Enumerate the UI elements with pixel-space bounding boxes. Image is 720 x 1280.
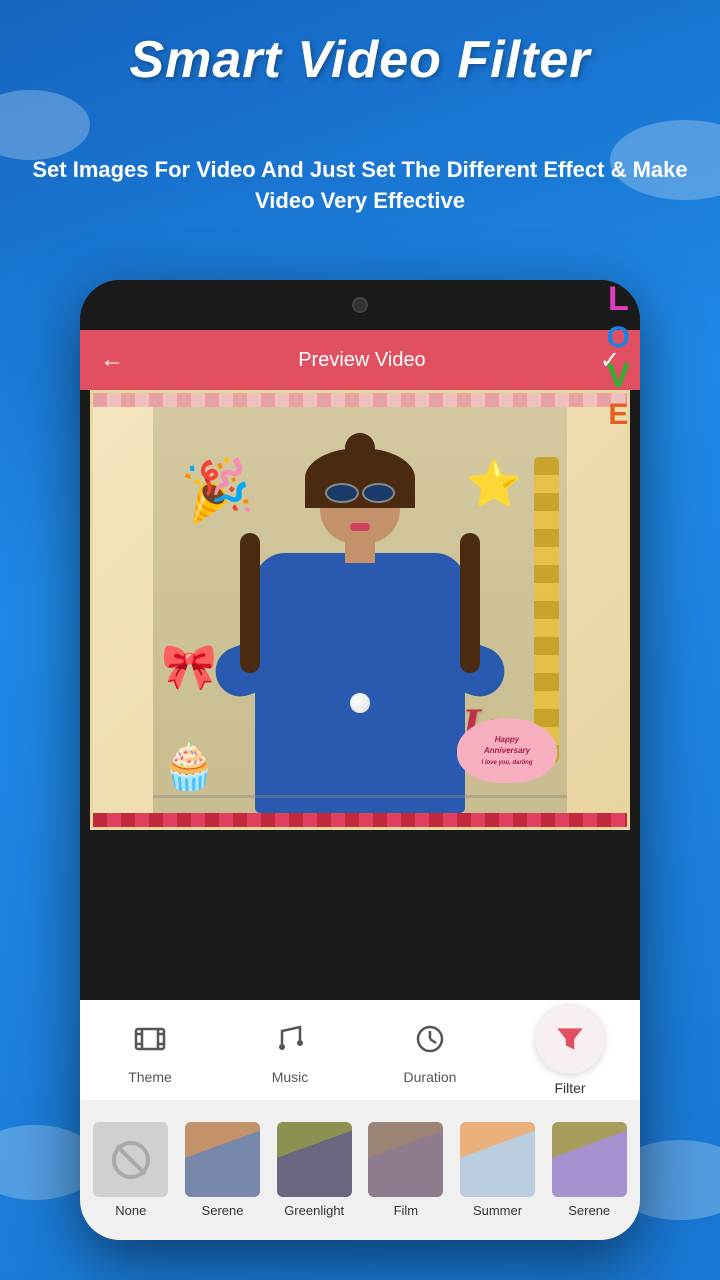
filter-label: Filter bbox=[554, 1080, 585, 1096]
toolbar-item-duration[interactable]: Duration bbox=[360, 1015, 500, 1085]
toolbar-item-theme[interactable]: Theme bbox=[80, 1015, 220, 1085]
filter-item-serene[interactable]: Serene bbox=[177, 1122, 269, 1218]
frame-border-top bbox=[93, 393, 627, 407]
music-icon bbox=[274, 1023, 306, 1055]
filter-icon-wrap bbox=[535, 1004, 605, 1074]
filter-item-summer[interactable]: Summer bbox=[452, 1122, 544, 1218]
toolbar-item-filter[interactable]: Filter bbox=[500, 1004, 640, 1096]
app-subtitle: Set Images For Video And Just Set The Di… bbox=[30, 155, 690, 217]
none-icon bbox=[112, 1141, 150, 1179]
toolbar-item-music[interactable]: Music bbox=[220, 1015, 360, 1085]
back-button[interactable]: ← bbox=[100, 346, 124, 374]
preview-bar: ← Preview Video ✓ bbox=[80, 330, 640, 390]
preview-bar-title: Preview Video bbox=[298, 349, 425, 372]
filter-item-greenlight[interactable]: Greenlight bbox=[268, 1122, 360, 1218]
app-title: Smart Video Filter bbox=[0, 30, 720, 90]
filter-thumb-none bbox=[93, 1122, 168, 1197]
love-letter-v: V bbox=[607, 357, 630, 396]
hair-right bbox=[460, 533, 480, 673]
person-head bbox=[320, 458, 400, 543]
phone-mockup: ← Preview Video ✓ bbox=[80, 280, 640, 1240]
filter-icon bbox=[553, 1022, 587, 1056]
filter-thumb-film bbox=[368, 1122, 443, 1197]
person-body bbox=[255, 553, 465, 813]
filter-preview-summer bbox=[460, 1122, 535, 1197]
sticker-star: ⭐ bbox=[466, 457, 522, 510]
video-preview: 🎉 🎀 🧁 ⭐ Lv bbox=[90, 390, 630, 830]
phone-camera bbox=[352, 297, 368, 313]
frame-border-bottom bbox=[93, 813, 627, 827]
filter-item-serene2[interactable]: Serene bbox=[543, 1122, 635, 1218]
love-letter-l: L bbox=[608, 280, 629, 319]
duration-icon-wrap bbox=[406, 1015, 454, 1063]
filter-preview-greenlight bbox=[277, 1122, 352, 1197]
love-letter-o: O bbox=[607, 321, 630, 355]
bottom-toolbar: Theme Music Duration bbox=[80, 1000, 640, 1100]
filter-label-summer: Summer bbox=[473, 1203, 522, 1218]
filter-thumb-greenlight bbox=[277, 1122, 352, 1197]
person-lips bbox=[350, 523, 370, 531]
theme-label: Theme bbox=[128, 1069, 172, 1085]
sticker-string bbox=[153, 795, 567, 798]
filter-item-film[interactable]: Film bbox=[360, 1122, 452, 1218]
film-icon bbox=[134, 1023, 166, 1055]
sticker-cupcake: 🧁 bbox=[161, 740, 217, 793]
sticker-pearl bbox=[350, 693, 370, 713]
sticker-bow: 🎀 bbox=[161, 640, 217, 693]
filter-label-greenlight: Greenlight bbox=[284, 1203, 344, 1218]
music-icon-wrap bbox=[266, 1015, 314, 1063]
filter-preview-serene bbox=[185, 1122, 260, 1197]
filter-preview-film bbox=[368, 1122, 443, 1197]
theme-icon-wrap bbox=[126, 1015, 174, 1063]
sticker-party-hat: 🎉 bbox=[178, 452, 257, 528]
anniversary-badge: HappyAnniversaryI love you, darling bbox=[457, 718, 557, 783]
filter-label-film: Film bbox=[394, 1203, 419, 1218]
filter-thumb-serene bbox=[185, 1122, 260, 1197]
filter-label-none: None bbox=[115, 1203, 146, 1218]
anniversary-text: HappyAnniversaryI love you, darling bbox=[481, 734, 532, 768]
love-letter-e: E bbox=[608, 398, 628, 432]
hair-left bbox=[240, 533, 260, 673]
phone-top-bezel bbox=[80, 280, 640, 330]
filter-thumb-summer bbox=[460, 1122, 535, 1197]
duration-label: Duration bbox=[404, 1069, 457, 1085]
person-photo: 🎉 🎀 🧁 ⭐ Lv bbox=[153, 407, 567, 813]
filter-label-serene: Serene bbox=[202, 1203, 244, 1218]
hair-bun bbox=[345, 433, 375, 463]
clock-icon bbox=[414, 1023, 446, 1055]
sunglasses bbox=[325, 483, 395, 503]
filter-preview-serene2 bbox=[552, 1122, 627, 1197]
person-silhouette bbox=[235, 433, 485, 813]
filter-label-serene2: Serene bbox=[568, 1203, 610, 1218]
filter-strip: None Serene Greenlight Film bbox=[80, 1100, 640, 1240]
music-label: Music bbox=[272, 1069, 309, 1085]
filter-thumb-serene2 bbox=[552, 1122, 627, 1197]
filter-item-none[interactable]: None bbox=[85, 1122, 177, 1218]
love-sticker: L O V E bbox=[607, 280, 630, 432]
sticker-chain bbox=[534, 457, 559, 763]
